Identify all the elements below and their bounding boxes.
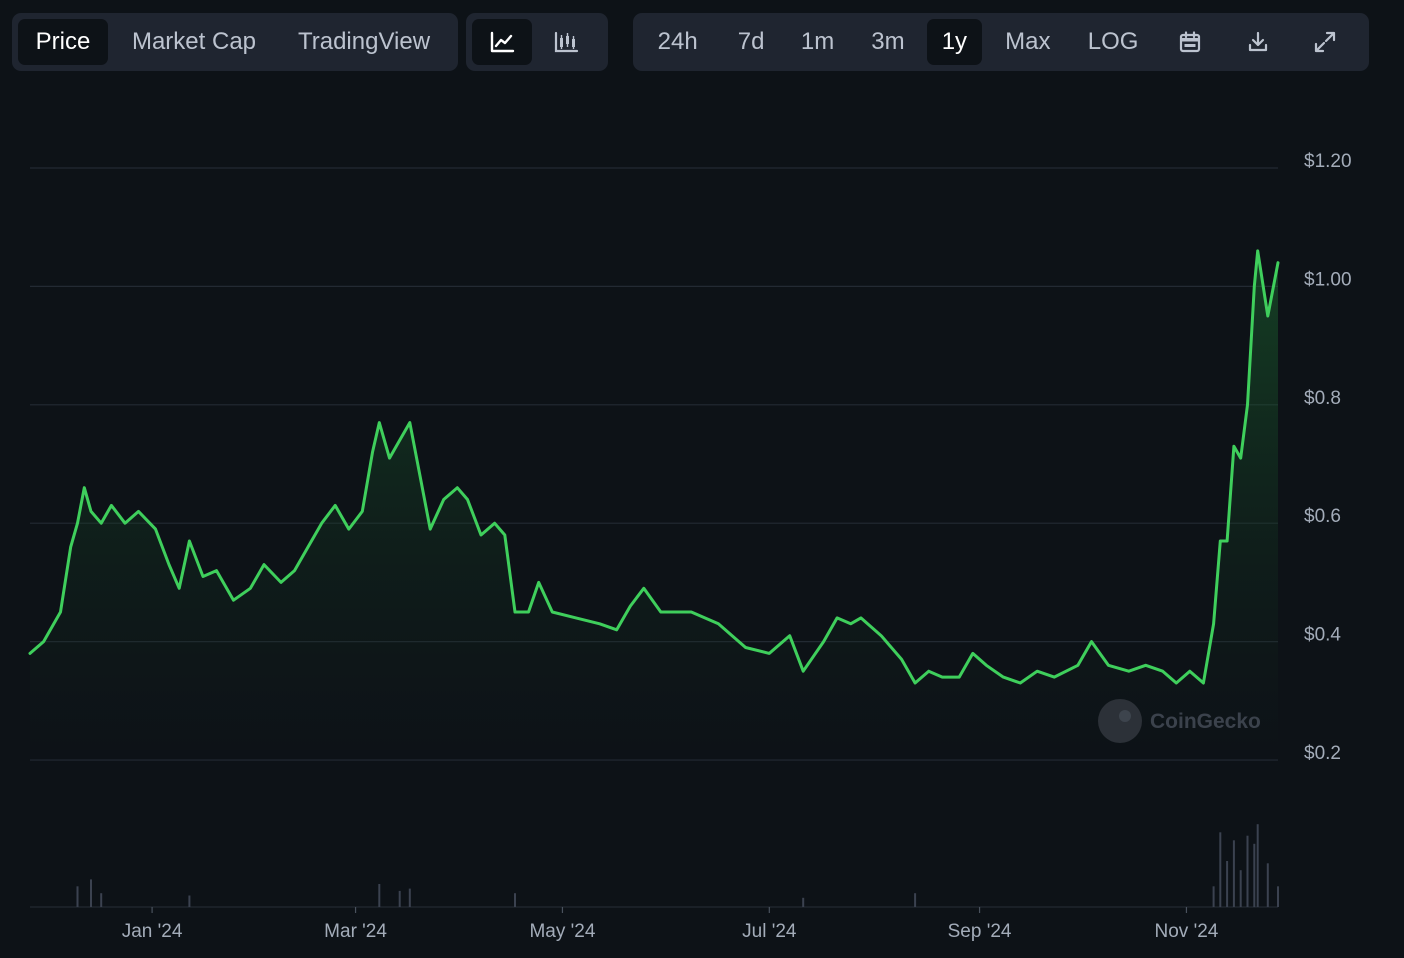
- volume-bar: [1219, 832, 1222, 908]
- y-tick-label: $0.8: [1304, 388, 1341, 409]
- x-tick-label: Sep '24: [948, 921, 1012, 942]
- y-tick-label: $0.4: [1304, 625, 1341, 646]
- volume-bar: [1277, 886, 1279, 907]
- volume-bar: [1239, 870, 1242, 907]
- volume-bar: [90, 879, 92, 907]
- volume-bar: [914, 893, 917, 907]
- x-tick-label: Jan '24: [122, 921, 183, 942]
- x-tick-label: Jul '24: [742, 921, 797, 942]
- volume-bar: [1246, 835, 1249, 907]
- volume-bar: [188, 895, 191, 907]
- volume-bar: [1232, 840, 1235, 907]
- watermark-text: CoinGecko: [1150, 710, 1261, 733]
- volume-bar: [802, 897, 805, 907]
- volume-bar: [408, 888, 411, 907]
- y-tick-label: $1.20: [1304, 151, 1352, 172]
- y-tick-label: $0.2: [1304, 743, 1341, 764]
- volume-bar: [76, 886, 79, 907]
- x-tick-label: May '24: [529, 921, 595, 942]
- volume-bar: [1256, 824, 1259, 907]
- x-tick-label: Nov '24: [1155, 921, 1219, 942]
- price-chart[interactable]: $1.20 $1.00 $0.8 $0.6 $0.4 $0.2 Jan '24 Mar '2…: [0, 0, 1404, 958]
- volume-bar: [1253, 843, 1256, 908]
- volume-bar: [1226, 861, 1229, 907]
- coingecko-logo-icon: [1098, 699, 1142, 743]
- volume-bar: [378, 884, 381, 907]
- x-tick-label: Mar '24: [324, 921, 387, 942]
- volume-bar: [1212, 886, 1215, 907]
- y-tick-label: $0.6: [1304, 506, 1341, 527]
- y-tick-label: $1.00: [1304, 269, 1352, 290]
- price-area: [30, 250, 1278, 760]
- volume-bar: [398, 890, 401, 907]
- volume-bar: [514, 893, 516, 907]
- volume-bar: [1266, 863, 1269, 907]
- volume-bar: [100, 893, 103, 907]
